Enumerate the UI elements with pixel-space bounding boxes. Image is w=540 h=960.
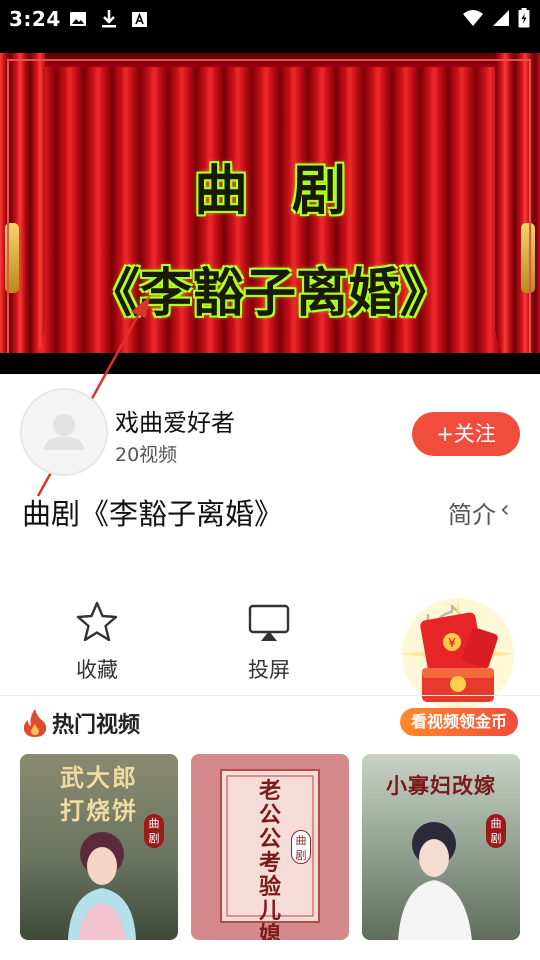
status-bar: 3:24 bbox=[0, 0, 540, 38]
status-time: 3:24 bbox=[9, 7, 61, 31]
battery-icon bbox=[518, 8, 530, 28]
video-frame: 曲剧 《李豁子离婚》 bbox=[0, 53, 540, 353]
video-name: 曲剧《李豁子离婚》 bbox=[22, 497, 284, 531]
author-video-count: 20视频 bbox=[115, 444, 178, 466]
section-divider bbox=[0, 695, 540, 696]
video-title-text: 曲剧 bbox=[194, 159, 390, 222]
hot-video-card[interactable]: 老公公考验儿媳妇 曲剧 bbox=[191, 754, 349, 940]
hot-video-card[interactable]: 小寡妇改嫁 曲剧 bbox=[362, 754, 520, 940]
author-name[interactable]: 戏曲爱好者 bbox=[115, 403, 235, 438]
video-player[interactable]: 曲剧 《李豁子离婚》 bbox=[0, 38, 540, 374]
hot-video-card[interactable]: 武大郎打烧饼 曲剧 bbox=[20, 754, 178, 940]
hot-video-thumb-title: 老公公考验儿媳妇 bbox=[258, 779, 281, 941]
thumb-badge: 曲剧 bbox=[291, 830, 311, 864]
chevron-left-icon[interactable]: ‹ bbox=[500, 495, 510, 523]
video-subtitle-text: 《李豁子离婚》 bbox=[87, 264, 452, 324]
cast-label: 投屏 bbox=[248, 658, 290, 682]
download-icon bbox=[102, 10, 116, 28]
font-icon bbox=[132, 11, 147, 27]
promo-label[interactable]: 看视频领金币 bbox=[400, 708, 518, 736]
system-icons bbox=[462, 8, 530, 28]
star-icon bbox=[76, 601, 118, 642]
hot-videos-header: 热门视频 bbox=[22, 707, 140, 739]
performer-image bbox=[68, 832, 136, 940]
follow-button[interactable]: +关注 bbox=[412, 412, 520, 456]
cast-button[interactable]: 投屏 bbox=[219, 600, 319, 684]
user-placeholder-icon bbox=[44, 414, 84, 450]
hot-videos-title: 热门视频 bbox=[52, 713, 141, 738]
flame-icon bbox=[23, 709, 47, 737]
next-row-peek bbox=[0, 948, 540, 960]
performer-image bbox=[398, 822, 472, 940]
cast-icon bbox=[248, 604, 290, 641]
favorite-label: 收藏 bbox=[76, 658, 118, 682]
wifi-icon bbox=[463, 10, 483, 26]
notification-icons bbox=[69, 9, 148, 29]
intro-link[interactable]: 简介 bbox=[448, 495, 496, 530]
svg-text:¥: ¥ bbox=[448, 636, 456, 650]
favorite-button[interactable]: 收藏 bbox=[47, 600, 147, 684]
image-icon bbox=[70, 12, 86, 26]
signal-icon bbox=[493, 10, 509, 26]
avatar[interactable] bbox=[20, 388, 108, 476]
